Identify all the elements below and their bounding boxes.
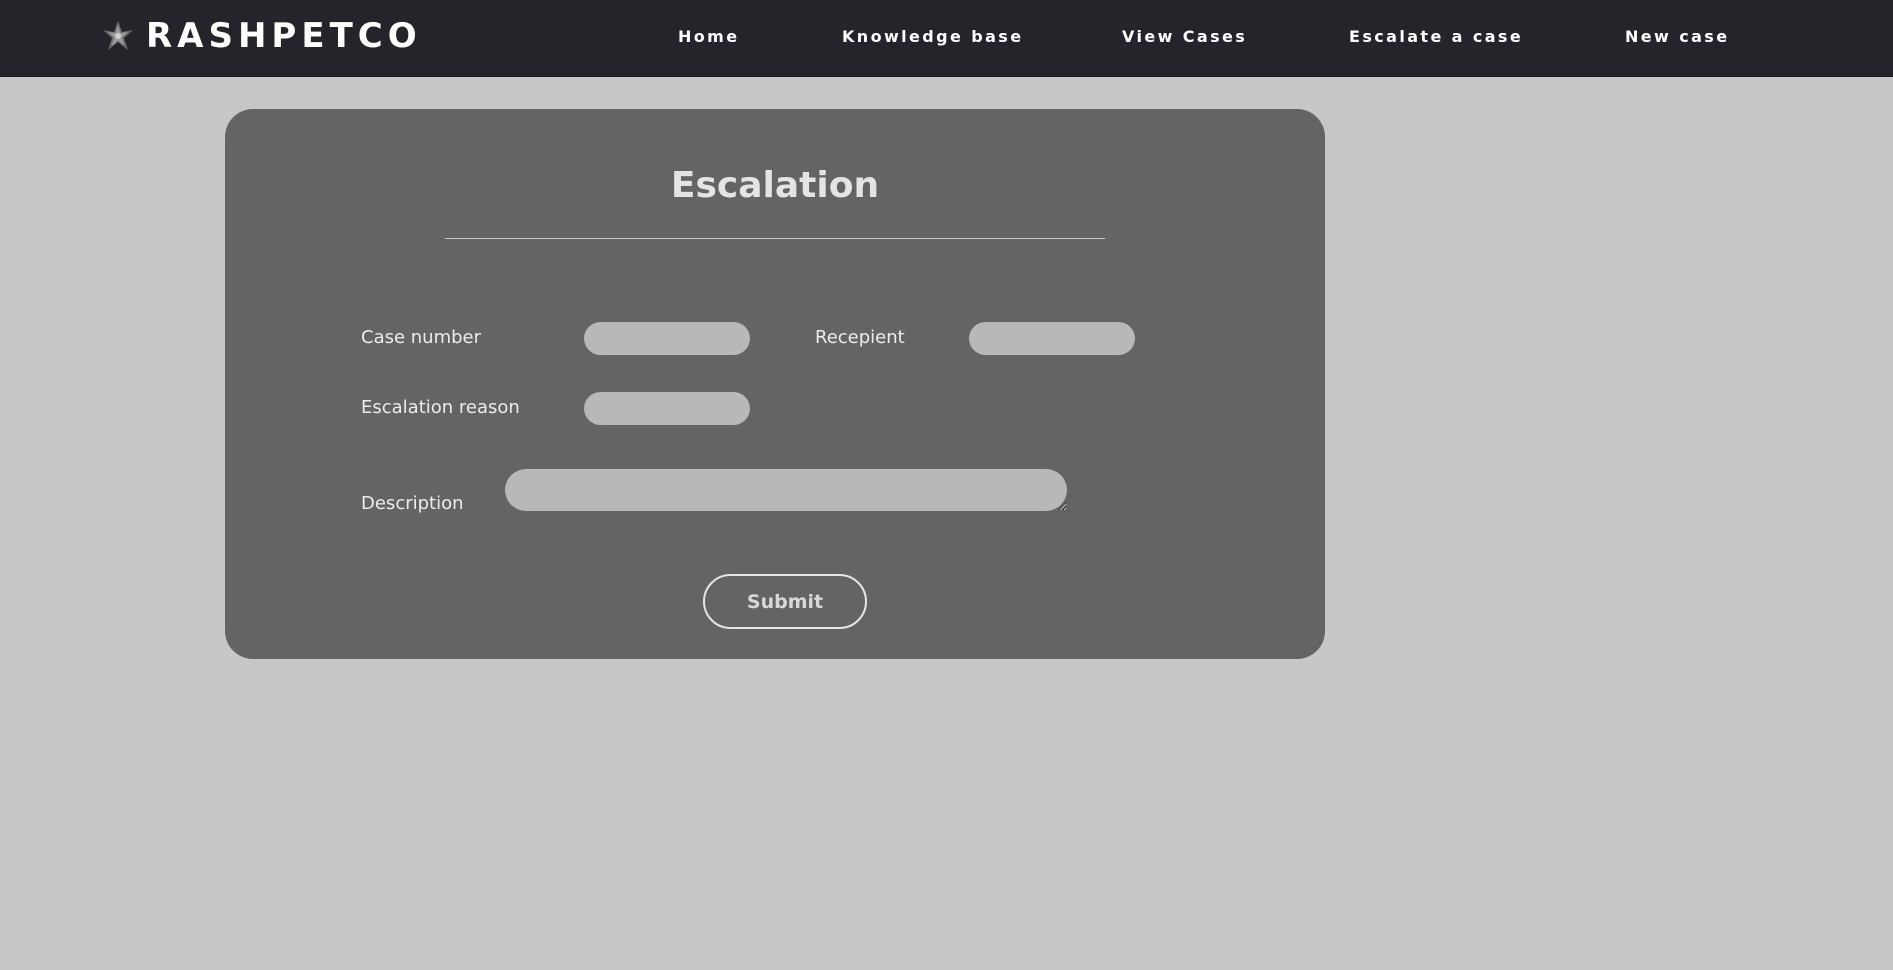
recipient-label: Recepient <box>815 327 905 348</box>
title-divider <box>445 238 1105 239</box>
description-textarea[interactable] <box>505 469 1067 511</box>
form-title: Escalation <box>670 165 880 206</box>
nav-link-knowledge-base[interactable]: Knowledge base <box>842 27 1023 46</box>
recipient-input[interactable] <box>969 322 1135 355</box>
nav-link-new-case[interactable]: New case <box>1625 27 1729 46</box>
case-number-input[interactable] <box>584 322 750 355</box>
escalation-form-card: Escalation Case number Recepient Escalat… <box>225 109 1325 659</box>
case-number-label: Case number <box>361 327 482 348</box>
nav-link-escalate-case[interactable]: Escalate a case <box>1349 27 1523 46</box>
description-label: Description <box>361 493 464 514</box>
nav-link-view-cases[interactable]: View Cases <box>1122 27 1247 46</box>
submit-button[interactable]: Submit <box>703 574 867 629</box>
nav-link-home[interactable]: Home <box>678 27 740 46</box>
top-navbar: RASHPETCO Home Knowledge base View Cases… <box>0 0 1893 77</box>
escalation-reason-label: Escalation reason <box>361 397 520 418</box>
escalation-reason-input[interactable] <box>584 392 750 425</box>
main-nav: Home Knowledge base View Cases Escalate … <box>0 0 1893 76</box>
